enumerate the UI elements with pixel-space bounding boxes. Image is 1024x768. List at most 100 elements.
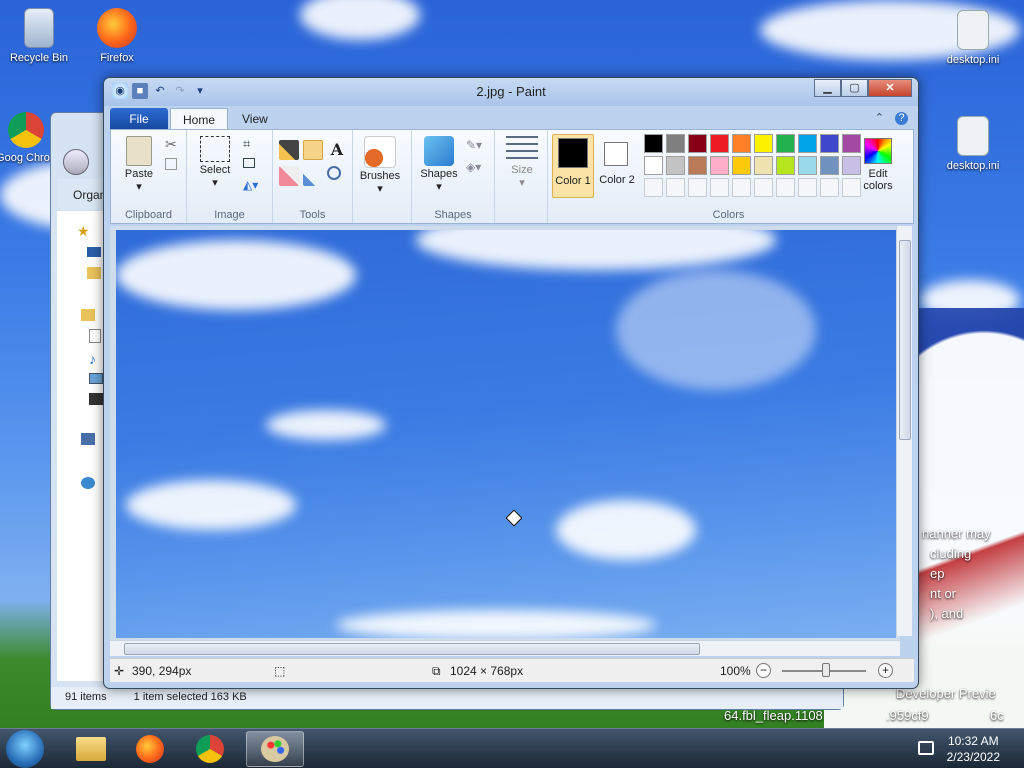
palette-swatch[interactable]	[820, 178, 839, 197]
canvas-area[interactable]	[110, 226, 900, 642]
explorer-back-button[interactable]	[63, 149, 89, 175]
palette-swatch[interactable]	[798, 178, 817, 197]
taskbar-paint[interactable]	[246, 731, 304, 767]
select-button[interactable]: Select ▾	[195, 136, 235, 189]
videos-icon[interactable]	[89, 393, 103, 405]
close-button[interactable]: ✕	[868, 79, 912, 97]
color2-swatch	[604, 142, 628, 166]
libraries-folder-icon[interactable]	[81, 309, 95, 321]
taskbar-explorer[interactable]	[62, 731, 120, 767]
palette-swatch[interactable]	[688, 134, 707, 153]
palette-swatch[interactable]	[644, 178, 663, 197]
maximize-button[interactable]: ▢	[841, 79, 868, 97]
horizontal-scroll-thumb[interactable]	[124, 643, 700, 655]
outline-icon[interactable]: ✎▾	[466, 138, 482, 152]
palette-swatch[interactable]	[798, 134, 817, 153]
minimize-button[interactable]: ▁	[814, 79, 841, 97]
music-icon[interactable]: ♪	[89, 351, 96, 367]
resize-icon[interactable]	[243, 158, 255, 168]
organize-button[interactable]: Organ	[73, 188, 106, 202]
palette-swatch[interactable]	[732, 134, 751, 153]
vertical-scrollbar[interactable]	[896, 226, 912, 636]
tab-home[interactable]: Home	[170, 108, 229, 130]
size-button[interactable]: Size ▾	[499, 136, 545, 189]
cut-icon[interactable]: ✂	[165, 136, 177, 153]
paint-titlebar[interactable]: ◉ ■ ↶ ↷ ▾ 2.jpg - Paint ▁ ▢ ✕	[104, 78, 918, 106]
network-icon[interactable]	[81, 477, 95, 489]
paint-statusbar: ✛ 390, 294px ⬚ ⧉ 1024 × 768px 100% − +	[110, 658, 914, 682]
palette-swatch[interactable]	[754, 134, 773, 153]
vertical-scroll-thumb[interactable]	[899, 240, 911, 440]
taskbar-firefox[interactable]	[122, 731, 180, 767]
desktop-ini-label: desktop.ini	[946, 54, 1000, 66]
desktop-folder-icon[interactable]	[87, 247, 101, 257]
tab-view[interactable]: View	[230, 108, 280, 130]
selection-info: 1 item selected 163 KB	[133, 691, 247, 703]
start-button[interactable]	[6, 730, 44, 768]
fill-shape-icon[interactable]: ◈▾	[466, 160, 481, 174]
wallpaper-text: .959cf9	[886, 708, 929, 723]
pencil-icon[interactable]	[279, 140, 299, 160]
palette-swatch[interactable]	[776, 178, 795, 197]
network-tray-icon[interactable]	[918, 741, 934, 755]
palette-swatch[interactable]	[666, 178, 685, 197]
crop-icon[interactable]: ⌗	[243, 136, 250, 152]
palette-swatch[interactable]	[688, 156, 707, 175]
palette-swatch[interactable]	[710, 178, 729, 197]
palette-swatch[interactable]	[732, 178, 751, 197]
wallpaper-text: ), and	[930, 606, 964, 621]
edit-colors-label: Edit colors	[863, 168, 893, 192]
horizontal-scrollbar[interactable]	[110, 640, 900, 656]
fill-icon[interactable]	[303, 140, 323, 160]
palette-swatch[interactable]	[798, 156, 817, 175]
select-icon	[200, 136, 230, 162]
eraser-icon[interactable]	[279, 166, 299, 186]
taskbar-chrome[interactable]	[182, 731, 240, 767]
palette-swatch[interactable]	[666, 156, 685, 175]
firefox-shortcut[interactable]: Firefox	[80, 8, 154, 64]
help-icon[interactable]: ?	[895, 112, 908, 125]
shapes-button[interactable]: Shapes ▾	[416, 136, 462, 193]
documents-icon[interactable]	[89, 329, 101, 343]
palette-swatch[interactable]	[644, 156, 663, 175]
chrome-shortcut[interactable]: Goog Chron	[0, 112, 56, 164]
recycle-bin[interactable]: Recycle Bin	[2, 8, 76, 64]
palette-swatch[interactable]	[776, 134, 795, 153]
image-canvas[interactable]	[116, 230, 896, 638]
palette-swatch[interactable]	[776, 156, 795, 175]
image-group: Select ▾ ⌗ ◭▾ Image	[187, 130, 273, 223]
pictures-icon[interactable]	[89, 373, 103, 384]
minimize-ribbon-icon[interactable]: ⌃	[875, 112, 884, 124]
zoom-out-button[interactable]: −	[756, 663, 771, 678]
computer-icon[interactable]	[81, 433, 95, 445]
zoom-in-button[interactable]: +	[878, 663, 893, 678]
color-picker-icon[interactable]	[303, 166, 323, 186]
magnifier-icon[interactable]	[327, 166, 341, 180]
wallpaper-text: nanner may	[922, 526, 991, 541]
explorer-statusbar: 91 items 1 item selected 163 KB	[51, 687, 843, 709]
paint-window[interactable]: ◉ ■ ↶ ↷ ▾ 2.jpg - Paint ▁ ▢ ✕ File Home …	[103, 77, 919, 689]
downloads-folder-icon[interactable]	[87, 267, 101, 279]
palette-swatch[interactable]	[754, 156, 773, 175]
desktop-ini-2[interactable]: desktop.ini	[936, 116, 1010, 172]
brushes-button[interactable]: Brushes ▾	[357, 136, 403, 195]
palette-swatch[interactable]	[710, 156, 729, 175]
image-size: 1024 × 768px	[450, 664, 524, 678]
paste-button[interactable]: Paste ▾	[119, 136, 159, 193]
zoom-slider-thumb[interactable]	[822, 663, 830, 677]
palette-swatch[interactable]	[666, 134, 685, 153]
palette-swatch[interactable]	[644, 134, 663, 153]
text-icon[interactable]: A	[327, 140, 347, 160]
canvas-cloud	[266, 410, 386, 440]
tab-file[interactable]: File	[110, 108, 168, 130]
copy-icon[interactable]	[165, 158, 177, 170]
desktop-ini-1[interactable]: desktop.ini	[936, 10, 1010, 66]
clock[interactable]: 10:32 AM 2/23/2022	[947, 733, 1000, 765]
palette-swatch[interactable]	[754, 178, 773, 197]
palette-swatch[interactable]	[710, 134, 729, 153]
palette-swatch[interactable]	[688, 178, 707, 197]
palette-swatch[interactable]	[732, 156, 751, 175]
rotate-icon[interactable]: ◭▾	[243, 178, 258, 192]
palette-swatch[interactable]	[820, 156, 839, 175]
palette-swatch[interactable]	[820, 134, 839, 153]
